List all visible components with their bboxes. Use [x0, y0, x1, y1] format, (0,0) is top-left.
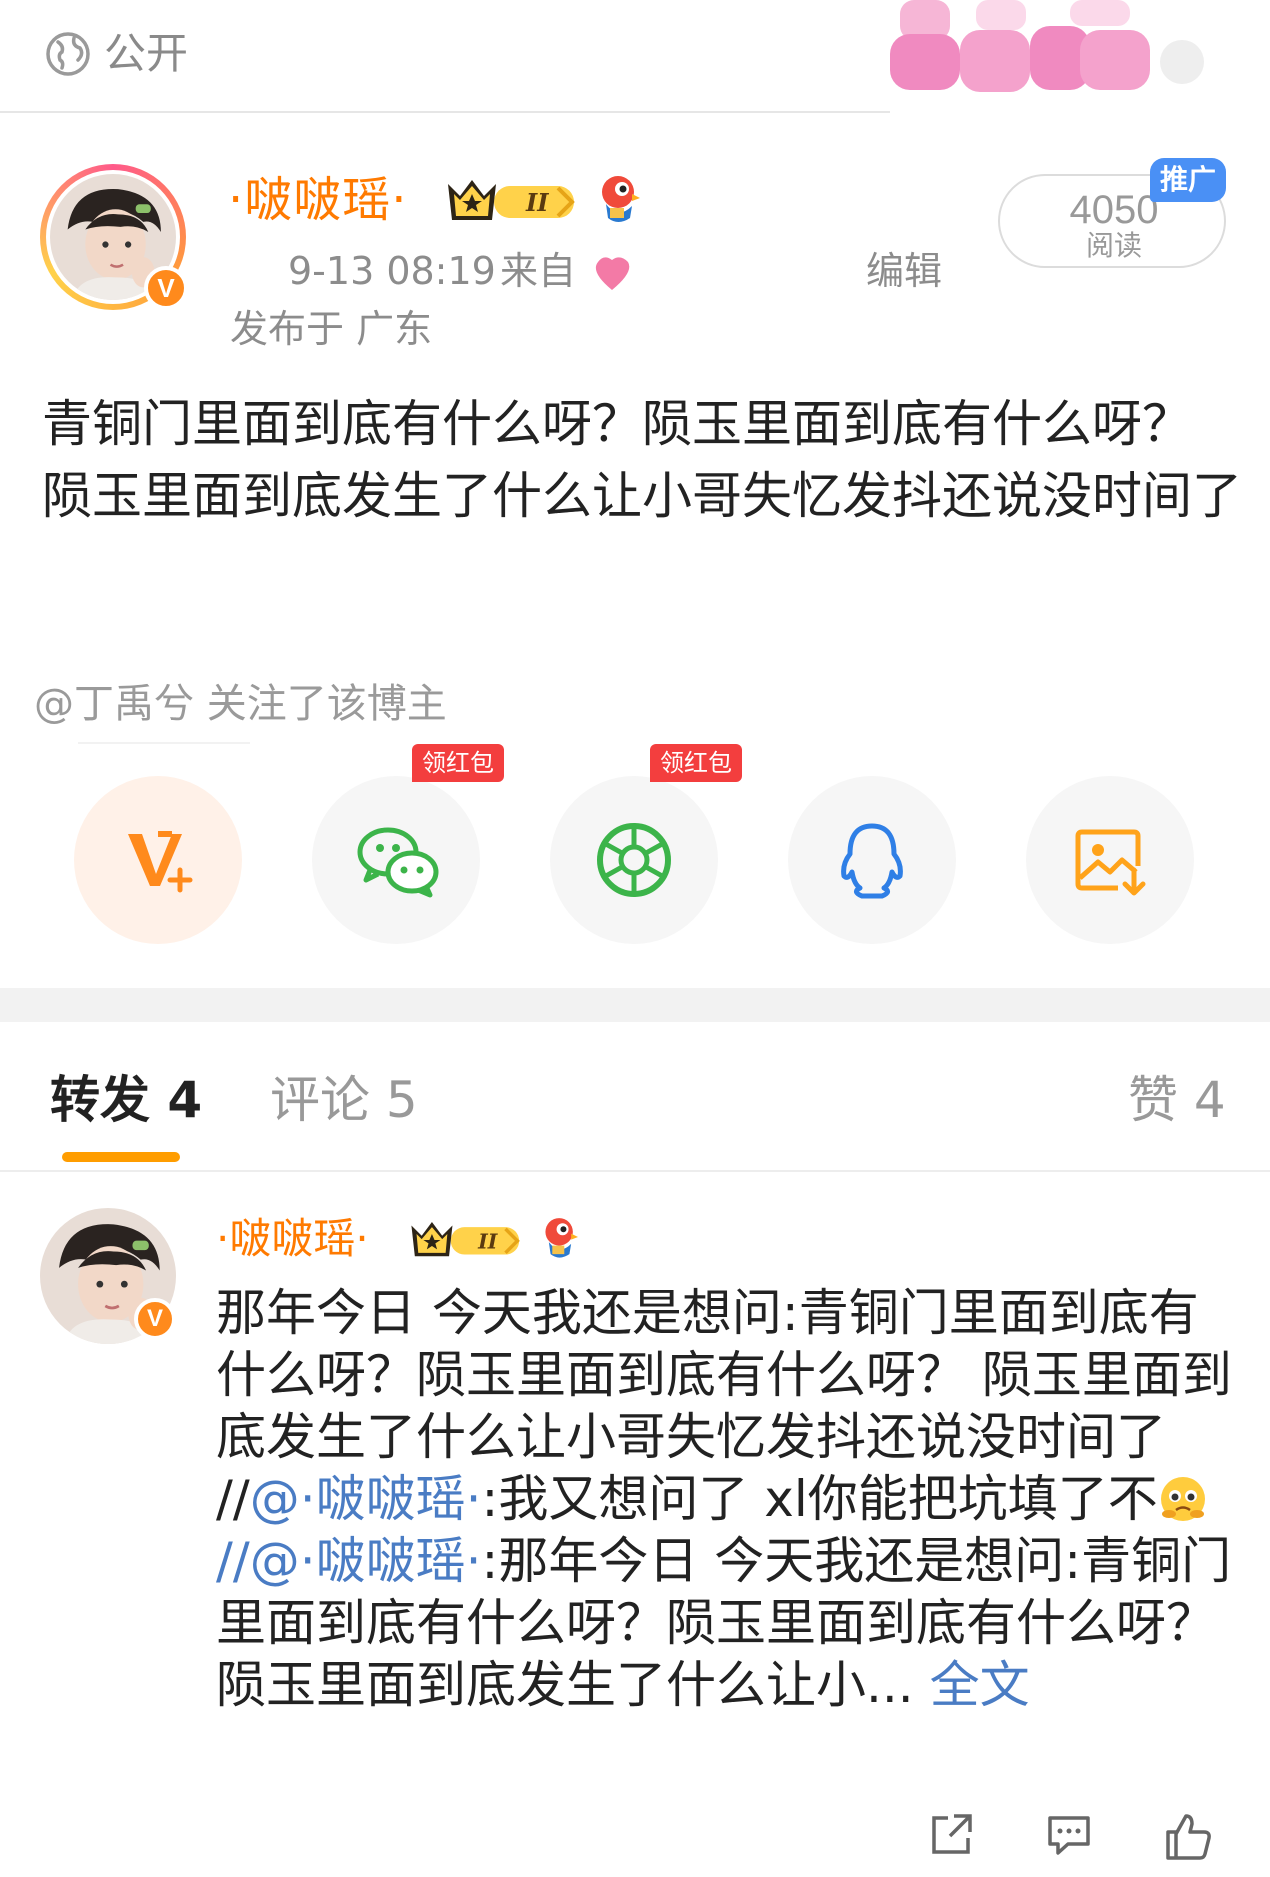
mention-link[interactable]: //@·啵啵瑶·	[216, 1532, 481, 1590]
like-icon[interactable]	[1162, 1810, 1214, 1862]
author-avatar[interactable]: V	[40, 164, 188, 310]
visibility-label[interactable]: 公开	[104, 26, 188, 82]
repost-author-avatar[interactable]: V	[40, 1208, 176, 1344]
redacted-area	[890, 0, 1204, 92]
follow-note-tip	[78, 742, 250, 744]
top-divider	[0, 111, 890, 113]
verified-badge: V	[144, 266, 188, 310]
post-location: 发布于 广东	[230, 307, 433, 351]
save-image-button[interactable]	[1026, 776, 1194, 944]
tab-like[interactable]: 赞 4	[1128, 1070, 1226, 1130]
section-gap	[0, 988, 1270, 1022]
redpack-badge: 领红包	[650, 744, 742, 782]
share-moments-button[interactable]: 领红包	[550, 744, 742, 944]
post-text: 青铜门里面到底有什么呀？陨玉里面到底有什么呀？ 陨玉里面到底发生了什么让小哥失忆…	[42, 395, 1242, 525]
v-plus-icon	[128, 831, 193, 893]
interaction-tabs: 转发 4 评论 5 赞 4	[0, 1040, 1270, 1170]
svg-text:II: II	[477, 1230, 499, 1254]
tab-indicator	[62, 1152, 180, 1162]
repost-actions	[0, 1810, 1270, 1877]
promote-badge[interactable]: 推广	[1150, 158, 1226, 202]
moments-icon	[597, 823, 671, 897]
vip-crown-icon: II	[448, 180, 575, 220]
repost-author-name[interactable]: ·啵啵瑶·	[216, 1212, 369, 1266]
svg-text:II: II	[525, 188, 549, 217]
full-text-link[interactable]: 全文	[930, 1656, 1030, 1714]
repost-text: 那年今日 今天我还是想问:青铜门里面到底有什么呀？陨玉里面到底有什么呀？ 陨玉里…	[216, 1282, 1236, 1716]
tab-repost[interactable]: 转发 4	[50, 1070, 202, 1130]
repost-text-part: :我又想问了 xl你能把坑填了不	[481, 1470, 1158, 1528]
share-row: 领红包 领红包	[0, 744, 1270, 946]
save-image-icon	[1075, 829, 1146, 896]
post-time: 9-13 08:19	[288, 249, 496, 293]
tabs-divider	[0, 1170, 1270, 1172]
read-label: 阅读	[1085, 229, 1142, 262]
vip-crown-icon: II	[411, 1222, 520, 1257]
verified-badge: V	[134, 1298, 176, 1340]
top-bar: 公开	[0, 0, 1270, 113]
weibo-mascot-icon	[602, 176, 640, 222]
author-name[interactable]: ·啵啵瑶·	[228, 170, 408, 230]
redpack-badge: 领红包	[412, 744, 504, 782]
share-icon[interactable]	[926, 1810, 976, 1860]
qq-icon	[841, 823, 903, 899]
edited-label[interactable]: 编辑	[866, 246, 942, 296]
share-wechat-button[interactable]: 领红包	[312, 744, 504, 944]
share-vplus-button[interactable]	[74, 776, 242, 944]
tab-comment[interactable]: 评论 5	[270, 1070, 418, 1130]
globe-icon	[46, 32, 90, 76]
source-heart-icon	[595, 257, 630, 290]
mention-link[interactable]: @·啵啵瑶·	[250, 1470, 482, 1528]
pleading-emoji-icon	[1160, 1477, 1205, 1521]
follow-note: @丁禹兮 关注了该博主	[34, 681, 447, 727]
share-qq-button[interactable]	[788, 776, 956, 944]
wechat-icon	[357, 827, 439, 898]
comment-icon[interactable]	[1044, 1810, 1094, 1860]
weibo-mascot-icon	[545, 1218, 578, 1258]
post-source-label: 来自	[500, 249, 577, 293]
